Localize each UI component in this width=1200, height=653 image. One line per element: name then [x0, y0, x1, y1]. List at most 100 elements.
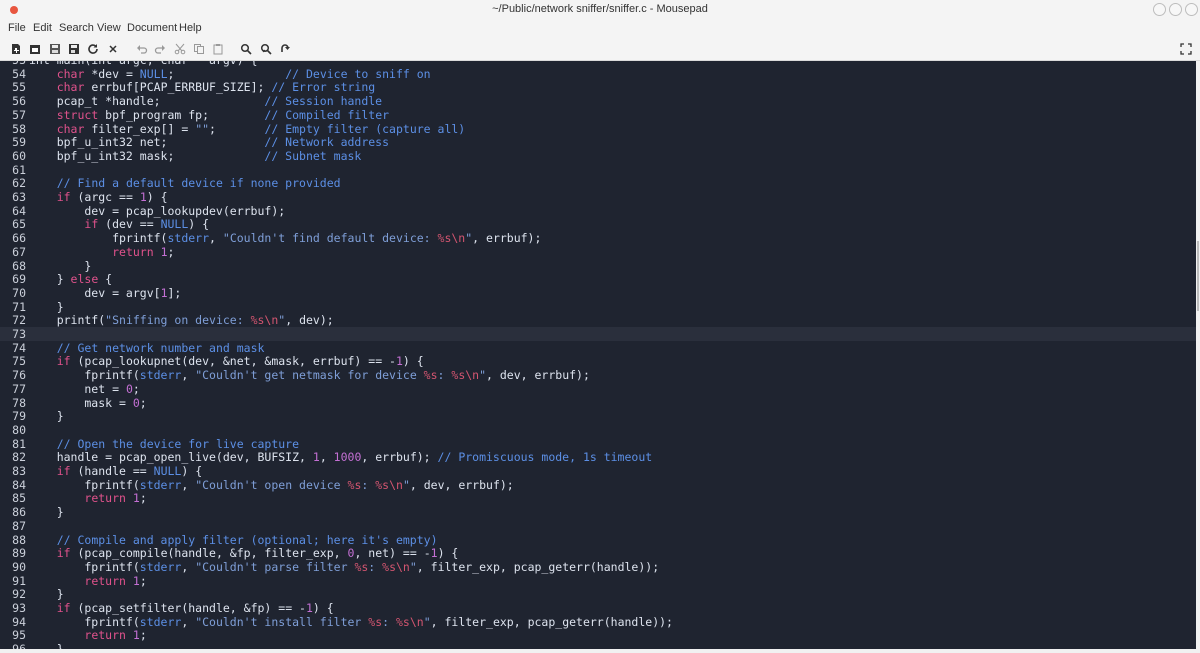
code-line[interactable]: 71 }	[0, 300, 1196, 314]
line-code: bpf_u_int32 mask; // Subnet mask	[29, 149, 362, 163]
code-line[interactable]: 76 fprintf(stderr, "Couldn't get netmask…	[0, 368, 1196, 382]
code-line[interactable]: 60 bpf_u_int32 mask; // Subnet mask	[0, 149, 1196, 163]
code-line[interactable]: 75 if (pcap_lookupnet(dev, &net, &mask, …	[0, 354, 1196, 368]
undo-icon[interactable]	[135, 42, 149, 56]
code-line[interactable]: 59 bpf_u_int32 net; // Network address	[0, 135, 1196, 149]
menu-help[interactable]: Help	[179, 22, 202, 34]
code-token: return	[112, 244, 154, 259]
menu-view[interactable]: View	[97, 22, 121, 34]
close-icon[interactable]	[106, 42, 120, 56]
code-line[interactable]: 70 dev = argv[1];	[0, 286, 1196, 300]
code-line[interactable]: 81 // Open the device for live capture	[0, 437, 1196, 451]
code-editor[interactable]: 53int main(int argc, char **argv) {54 ch…	[0, 61, 1196, 649]
code-token: // Error string	[271, 80, 376, 95]
toolbar	[0, 38, 1200, 61]
close-window-button[interactable]	[1185, 3, 1198, 16]
menu-edit[interactable]: Edit	[33, 22, 52, 34]
code-line[interactable]: 69 } else {	[0, 272, 1196, 286]
save-as-icon[interactable]	[67, 42, 81, 56]
line-number: 72	[12, 313, 26, 328]
code-token: dev = argv[	[29, 285, 161, 300]
code-token: :	[368, 559, 383, 574]
search-icon[interactable]	[239, 42, 253, 56]
line-number: 65	[12, 217, 26, 232]
line-code: // Find a default device if none provide…	[29, 176, 341, 190]
code-line[interactable]: 74 // Get network number and mask	[0, 341, 1196, 355]
code-line[interactable]: 64 dev = pcap_lookupdev(errbuf);	[0, 204, 1196, 218]
code-line[interactable]: 54 char *dev = NULL; // Device to sniff …	[0, 67, 1196, 81]
code-line[interactable]: 63 if (argc == 1) {	[0, 190, 1196, 204]
code-line[interactable]: 94 fprintf(stderr, "Couldn't install fil…	[0, 615, 1196, 629]
cut-icon[interactable]	[173, 42, 187, 56]
code-token: }	[29, 587, 64, 602]
code-line[interactable]: 67 return 1;	[0, 245, 1196, 259]
maximize-button[interactable]	[1169, 3, 1182, 16]
code-token: // Get network number and mask	[56, 340, 265, 355]
code-line[interactable]: 62 // Find a default device if none prov…	[0, 176, 1196, 190]
code-line[interactable]: 86 }	[0, 505, 1196, 519]
code-line[interactable]: 88 // Compile and apply filter (optional…	[0, 533, 1196, 547]
new-document-icon[interactable]	[9, 42, 23, 56]
code-line[interactable]: 89 if (pcap_compile(handle, &fp, filter_…	[0, 546, 1196, 560]
line-code: if (argc == 1) {	[29, 190, 168, 204]
go-to-line-icon[interactable]	[278, 42, 292, 56]
code-line[interactable]: 55 char errbuf[PCAP_ERRBUF_SIZE]; // Err…	[0, 80, 1196, 94]
code-line[interactable]: 77 net = 0;	[0, 382, 1196, 396]
code-line[interactable]: 58 char filter_exp[] = ""; // Empty filt…	[0, 122, 1196, 136]
find-replace-icon[interactable]	[259, 42, 273, 56]
new-window-icon[interactable]	[28, 42, 42, 56]
code-line[interactable]: 68 }	[0, 259, 1196, 273]
menu-file[interactable]: File	[8, 22, 26, 34]
code-line[interactable]: 56 pcap_t *handle; // Session handle	[0, 94, 1196, 108]
code-line[interactable]: 82 handle = pcap_open_live(dev, BUFSIZ, …	[0, 450, 1196, 464]
menu-search[interactable]: Search	[59, 22, 94, 34]
code-token: "Sniffing on device:	[105, 313, 251, 328]
menu-document[interactable]: Document	[127, 22, 177, 34]
code-line[interactable]: 57 struct bpf_program fp; // Compiled fi…	[0, 108, 1196, 122]
fullscreen-icon[interactable]	[1179, 42, 1193, 56]
code-line[interactable]: 85 return 1;	[0, 491, 1196, 505]
save-icon[interactable]	[48, 42, 62, 56]
menu-bar: File Edit Search View Document Help	[0, 20, 1200, 38]
code-token: ) {	[146, 190, 168, 204]
code-line[interactable]: 66 fprintf(stderr, "Couldn't find defaul…	[0, 231, 1196, 245]
line-code: }	[29, 300, 64, 314]
line-code: handle = pcap_open_live(dev, BUFSIZ, 1 , …	[29, 450, 653, 464]
code-token: ) {	[188, 217, 210, 232]
code-line[interactable]: 95 return 1;	[0, 628, 1196, 642]
code-line[interactable]: 73	[0, 327, 1196, 341]
code-line[interactable]: 61	[0, 163, 1196, 177]
code-line[interactable]: 92 }	[0, 587, 1196, 601]
line-code: return 1;	[29, 245, 174, 259]
code-token: NULL	[160, 217, 189, 232]
code-line[interactable]: 80	[0, 423, 1196, 437]
code-token: (dev ==	[98, 217, 161, 232]
line-number: 70	[12, 285, 26, 300]
scrollbar-thumb[interactable]	[1197, 241, 1199, 311]
code-line[interactable]: 87	[0, 519, 1196, 533]
code-line[interactable]: 84 fprintf(stderr, "Couldn't open device…	[0, 478, 1196, 492]
copy-icon[interactable]	[192, 42, 206, 56]
code-token: (pcap_compile(handle, &fp, filter_exp,	[70, 546, 348, 561]
code-line[interactable]: 65 if (dev == NULL) {	[0, 217, 1196, 231]
code-line[interactable]: 90 fprintf(stderr, "Couldn't parse filte…	[0, 560, 1196, 574]
code-line[interactable]: 91 return 1;	[0, 574, 1196, 588]
code-line[interactable]: 96 }	[0, 642, 1196, 649]
line-number: 90	[12, 559, 26, 574]
line-code: dev = argv[1];	[29, 286, 181, 300]
line-code: if (dev == NULL) {	[29, 217, 209, 231]
reload-icon[interactable]	[86, 42, 100, 56]
code-line[interactable]: 83 if (handle == NULL) {	[0, 464, 1196, 478]
code-line[interactable]: 93 if (pcap_setfilter(handle, &fp) == -1…	[0, 601, 1196, 615]
paste-icon[interactable]	[211, 42, 225, 56]
code-line[interactable]: 72 printf("Sniffing on device: %s\n", de…	[0, 313, 1196, 327]
code-line[interactable]: 78 mask = 0;	[0, 396, 1196, 410]
minimize-button[interactable]	[1153, 3, 1166, 16]
redo-icon[interactable]	[153, 42, 167, 56]
code-line[interactable]: 79 }	[0, 409, 1196, 423]
vertical-scrollbar[interactable]	[1196, 61, 1200, 649]
line-number: 91	[12, 573, 26, 588]
